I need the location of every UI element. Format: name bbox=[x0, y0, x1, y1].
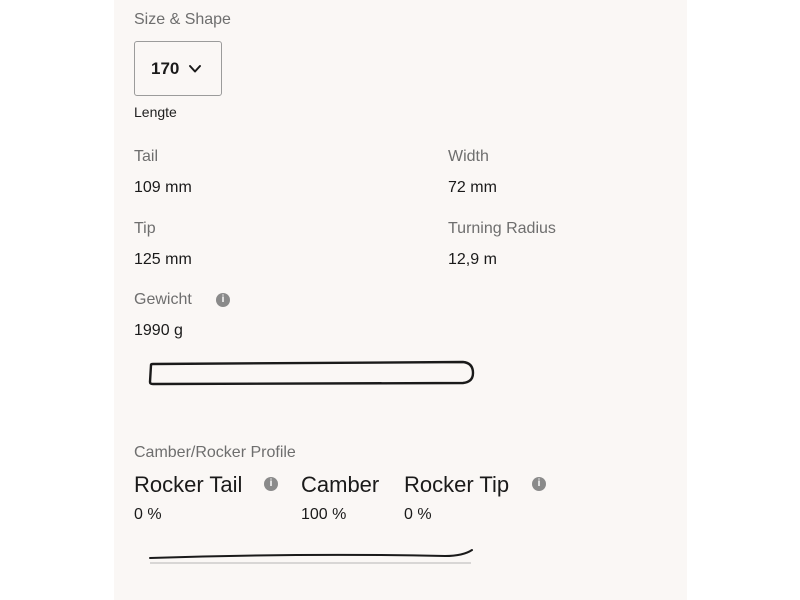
camber-rocker-profile-title: Camber/Rocker Profile bbox=[134, 444, 296, 461]
ski-shape-outline bbox=[148, 360, 475, 386]
weight-value: 1990 g bbox=[134, 322, 183, 339]
rocker-tail-percent: 0 % bbox=[134, 506, 162, 523]
length-caption: Lengte bbox=[134, 104, 177, 120]
weight-label: Gewicht bbox=[134, 291, 192, 308]
rocker-tip-info-icon[interactable]: i bbox=[532, 477, 546, 491]
turning-radius-label: Turning Radius bbox=[448, 220, 556, 237]
width-label: Width bbox=[448, 148, 489, 165]
tail-value: 109 mm bbox=[134, 179, 192, 196]
rocker-tail-info-icon[interactable]: i bbox=[264, 477, 278, 491]
length-select-value: 170 bbox=[151, 58, 180, 78]
tip-label: Tip bbox=[134, 220, 156, 237]
turning-radius-value: 12,9 m bbox=[448, 251, 497, 268]
rocker-tip-percent: 0 % bbox=[404, 506, 432, 523]
camber-label: Camber bbox=[301, 472, 380, 497]
length-select[interactable]: 170 bbox=[134, 41, 222, 96]
camber-percent: 100 % bbox=[301, 506, 347, 523]
tip-value: 125 mm bbox=[134, 251, 192, 268]
width-value: 72 mm bbox=[448, 179, 497, 196]
tail-label: Tail bbox=[134, 148, 159, 165]
rocker-tip-label: Rocker Tip bbox=[404, 472, 510, 497]
weight-info-icon[interactable]: i bbox=[216, 293, 230, 307]
size-shape-title: Size & Shape bbox=[134, 11, 231, 28]
ski-profile-outline bbox=[149, 549, 473, 564]
rocker-tail-label: Rocker Tail bbox=[134, 472, 243, 497]
chevron-down-icon bbox=[189, 64, 202, 72]
